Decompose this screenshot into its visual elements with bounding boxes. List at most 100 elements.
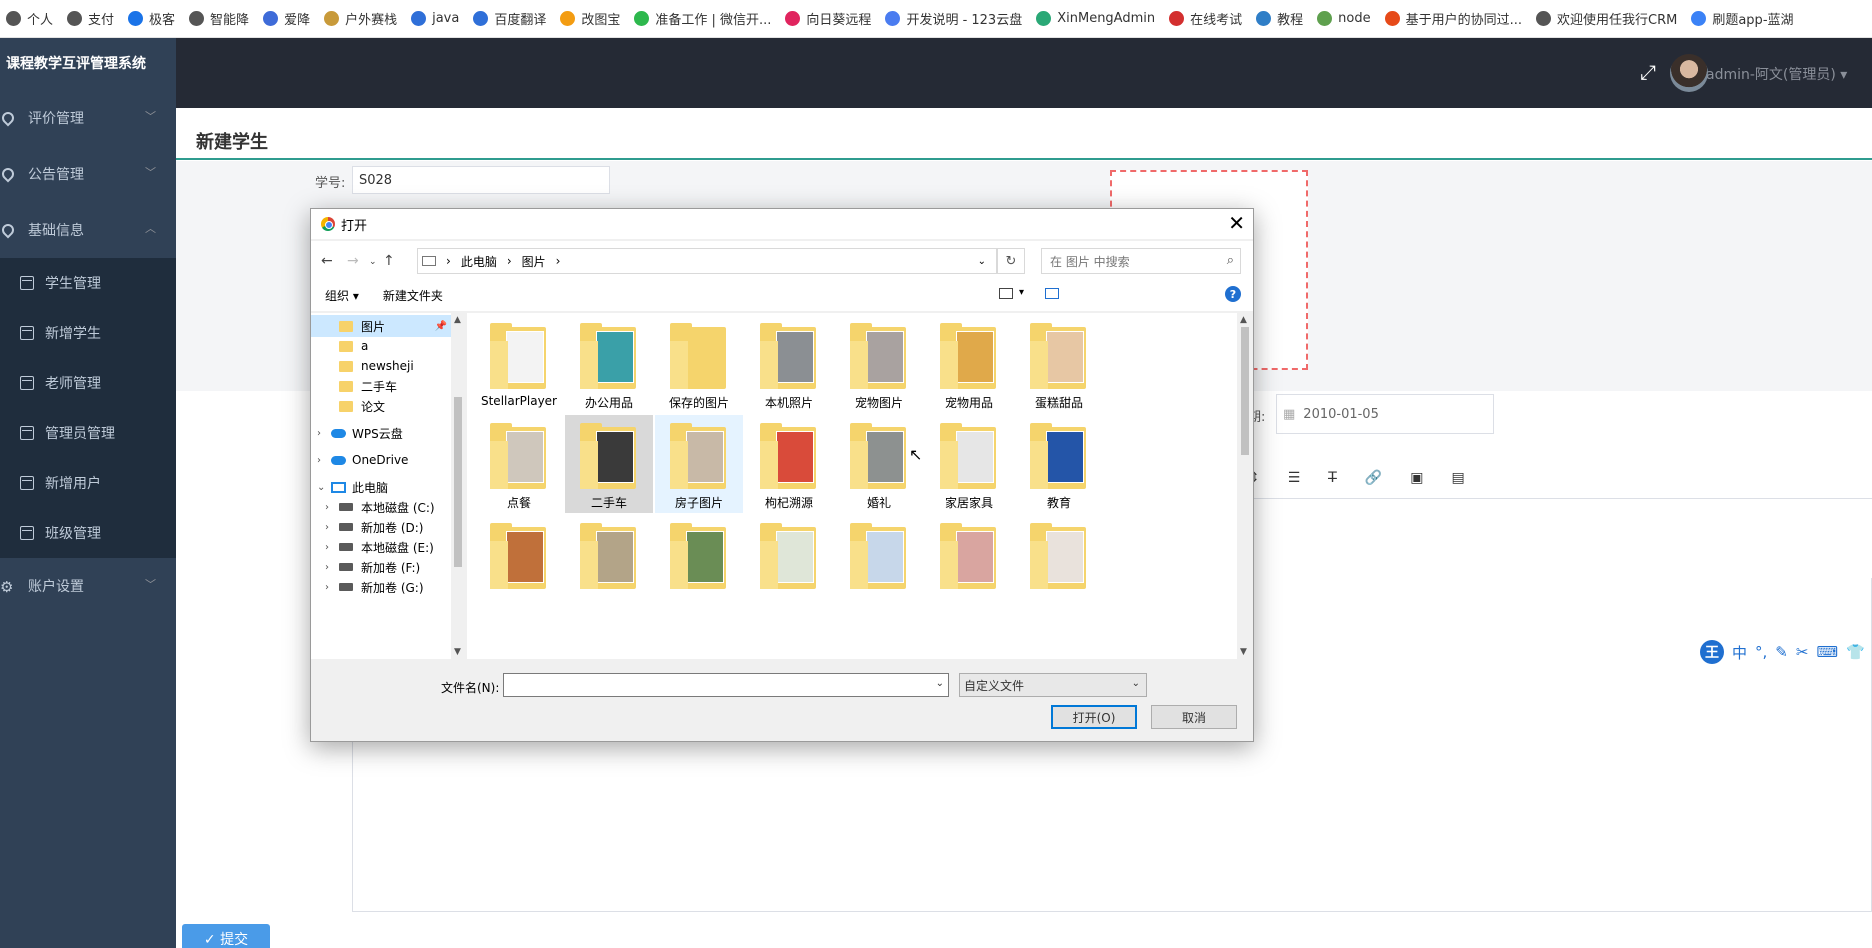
folder-item[interactable]: 蛋糕甜品 (1015, 315, 1103, 413)
bookmark-item[interactable]: 爱降 (257, 6, 318, 32)
bookmark-item[interactable]: 百度翻译 (467, 6, 554, 32)
folder-item[interactable]: 保存的图片 (655, 315, 743, 413)
folder-item[interactable]: 宠物图片 (835, 315, 923, 413)
up-icon[interactable]: ↑ (383, 253, 395, 269)
folder-item[interactable] (565, 515, 653, 613)
folder-item[interactable]: 教育 (1015, 415, 1103, 513)
scroll-down-icon[interactable]: ▼ (454, 647, 461, 657)
organize-button[interactable]: 组织 ▾ (325, 287, 359, 304)
folder-item[interactable]: StellarPlayer (475, 315, 563, 413)
ime-pen-icon[interactable]: ✎ (1775, 643, 1788, 661)
sidebar-item-student-management[interactable]: 学生管理 (0, 258, 176, 308)
expand-icon[interactable]: › (325, 542, 329, 553)
expand-icon[interactable]: › (325, 562, 329, 573)
link-icon[interactable]: 🔗 (1365, 470, 1382, 486)
bookmark-item[interactable]: 欢迎使用任我行CRM (1530, 6, 1685, 32)
align-left-icon[interactable]: ☰ (1288, 470, 1301, 486)
new-folder-button[interactable]: 新建文件夹 (383, 287, 443, 304)
tree-item[interactable]: newsheji (311, 355, 451, 377)
sidebar-item-admin-management[interactable]: 管理员管理 (0, 408, 176, 458)
folder-item[interactable]: 本机照片 (745, 315, 833, 413)
folder-item[interactable]: 办公用品 (565, 315, 653, 413)
tree-item[interactable]: a (311, 335, 451, 357)
folder-item[interactable] (745, 515, 833, 613)
filename-input[interactable]: ⌄ (503, 673, 949, 697)
clear-format-icon[interactable]: T̶ (1328, 470, 1337, 486)
fullscreen-icon[interactable]: ⤢ (1640, 62, 1656, 82)
video-icon[interactable]: ▤ (1452, 470, 1465, 486)
image-icon[interactable]: ▣ (1410, 470, 1423, 486)
ime-scissors-icon[interactable]: ✂ (1796, 643, 1809, 661)
ime-punct-icon[interactable]: °, (1755, 643, 1767, 661)
folder-item[interactable]: 房子图片 (655, 415, 743, 513)
cancel-button[interactable]: 取消 (1151, 705, 1237, 729)
bookmark-item[interactable]: 基于用户的协同过... (1379, 6, 1530, 32)
folder-item[interactable] (925, 515, 1013, 613)
folder-item[interactable] (475, 515, 563, 613)
bookmark-item[interactable]: java (405, 6, 467, 32)
scroll-thumb[interactable] (454, 397, 462, 567)
bookmark-item[interactable]: 向日葵远程 (779, 6, 879, 32)
menu-evaluation[interactable]: 评价管理 ﹀ (0, 90, 176, 146)
expand-icon[interactable]: › (325, 522, 329, 533)
menu-announcement[interactable]: 公告管理 ﹀ (0, 146, 176, 202)
tree-item[interactable]: 本地磁盘 (C:) › (311, 496, 451, 518)
back-icon[interactable]: ← (321, 253, 333, 269)
scroll-up-icon[interactable]: ▲ (1240, 315, 1247, 325)
tree-item[interactable]: 新加卷 (G:) › (311, 576, 451, 598)
sidebar-item-add-user[interactable]: 新增用户 (0, 458, 176, 508)
ime-logo[interactable]: 王 (1700, 640, 1724, 664)
bookmark-item[interactable]: 极客 (122, 6, 183, 32)
expand-icon[interactable]: › (325, 582, 329, 593)
preview-pane-icon[interactable] (1045, 288, 1059, 299)
close-icon[interactable]: ✕ (1228, 213, 1245, 233)
tree-item[interactable]: 图片 📌 (311, 315, 451, 337)
avatar[interactable] (1670, 54, 1708, 92)
tree-item[interactable]: 本地磁盘 (E:) › (311, 536, 451, 558)
view-options-icon[interactable] (999, 288, 1013, 299)
scroll-down-icon[interactable]: ▼ (1240, 647, 1247, 657)
chevron-down-icon[interactable]: ⌄ (936, 678, 944, 689)
recent-chevron-icon[interactable]: ⌄ (369, 257, 377, 267)
menu-account-settings[interactable]: ⚙ 账户设置 ﹀ (0, 558, 176, 614)
ime-keyboard-icon[interactable]: ⌨ (1816, 643, 1838, 661)
tree-item[interactable]: 二手车 (311, 375, 451, 397)
breadcrumb-this-pc[interactable]: 此电脑 (461, 253, 497, 270)
bookmark-item[interactable]: 户外赛栈 (318, 6, 405, 32)
refresh-button[interactable]: ↻ (997, 248, 1025, 274)
forward-icon[interactable]: → (347, 253, 359, 269)
folder-item[interactable] (1015, 515, 1103, 613)
expand-icon[interactable]: › (317, 455, 321, 466)
tree-scrollbar[interactable]: ▲ ▼ (451, 313, 465, 659)
folder-item[interactable]: 家居家具 (925, 415, 1013, 513)
folder-item[interactable]: 点餐 (475, 415, 563, 513)
tree-item[interactable]: 论文 (311, 395, 451, 417)
sidebar-item-class-management[interactable]: 班级管理 (0, 508, 176, 558)
folder-item[interactable] (655, 515, 743, 613)
student-id-input[interactable]: S028 (352, 166, 610, 194)
menu-basic-info[interactable]: 基础信息 ︿ (0, 202, 176, 258)
folder-item[interactable]: 婚礼 (835, 415, 923, 513)
breadcrumb-pictures[interactable]: 图片 (522, 253, 546, 270)
sidebar-item-teacher-management[interactable]: 老师管理 (0, 358, 176, 408)
scroll-up-icon[interactable]: ▲ (454, 315, 461, 325)
bookmark-item[interactable]: 开发说明 - 123云盘 (879, 6, 1030, 32)
submit-button[interactable]: ✓ 提交 (182, 924, 270, 948)
bookmark-item[interactable]: 刷题app-蓝湖 (1685, 6, 1801, 32)
bookmark-item[interactable]: 在线考试 (1163, 6, 1250, 32)
view-dropdown-icon[interactable]: ▾ (1019, 287, 1024, 298)
expand-icon[interactable]: › (325, 502, 329, 513)
folder-item[interactable]: 宠物用品 (925, 315, 1013, 413)
folder-item[interactable] (835, 515, 923, 613)
bookmark-item[interactable]: 教程 (1250, 6, 1311, 32)
user-menu[interactable]: admin-阿文(管理员) ▾ (1706, 64, 1847, 84)
search-input[interactable]: 在 图片 中搜索 ⌕ (1041, 248, 1241, 274)
tree-item[interactable]: WPS云盘 › (311, 422, 451, 444)
bookmark-item[interactable]: 准备工作 | 微信开... (628, 6, 779, 32)
bookmark-item[interactable]: 智能降 (183, 6, 257, 32)
tree-item[interactable]: 此电脑 ⌄ (311, 476, 451, 498)
bookmark-item[interactable]: 支付 (61, 6, 122, 32)
ime-skin-icon[interactable]: 👕 (1846, 643, 1865, 661)
folder-item[interactable]: 枸杞溯源 (745, 415, 833, 513)
bookmark-item[interactable]: XinMengAdmin (1030, 6, 1163, 32)
